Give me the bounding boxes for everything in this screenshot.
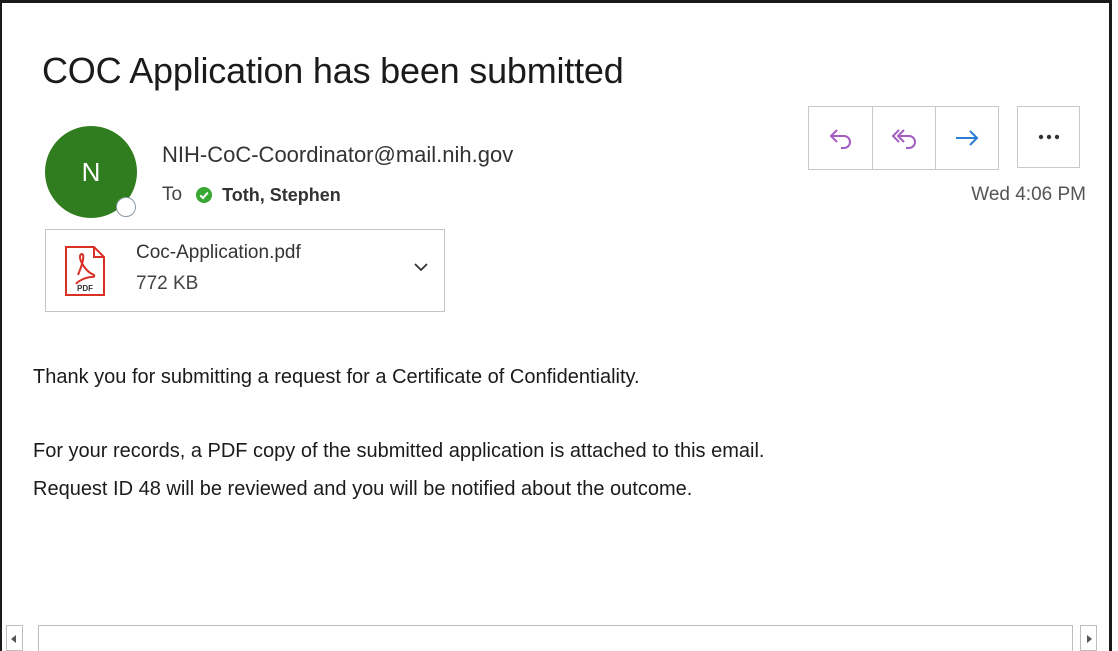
horizontal-scrollbar[interactable] [2, 625, 1109, 651]
reply-button[interactable] [809, 107, 872, 169]
scroll-right-button[interactable] [1080, 625, 1097, 651]
attachment-card[interactable]: PDF Coc-Application.pdf 772 KB [45, 229, 445, 312]
forward-icon [956, 130, 979, 146]
chevron-right-icon [1087, 635, 1092, 643]
reply-all-button[interactable] [872, 107, 935, 169]
sent-timestamp: Wed 4:06 PM [971, 184, 1086, 205]
more-icon [1038, 134, 1059, 140]
recipient-line: To Toth, Stephen [162, 184, 341, 206]
chevron-down-icon[interactable] [412, 261, 430, 273]
to-label: To [162, 184, 183, 205]
attachment-name: Coc-Application.pdf [136, 242, 301, 263]
more-actions-button[interactable] [1017, 106, 1080, 168]
pdf-file-icon: PDF [65, 246, 105, 296]
reply-all-icon [891, 129, 916, 149]
presence-status-icon [116, 197, 136, 217]
body-line-1: Thank you for submitting a request for a… [33, 366, 640, 388]
email-reading-pane [0, 0, 1112, 651]
sender-address[interactable]: NIH-CoC-Coordinator@mail.nih.gov [162, 142, 513, 168]
scroll-track[interactable] [38, 625, 1073, 651]
recipient-name[interactable]: Toth, Stephen [222, 185, 341, 206]
message-actions [808, 106, 999, 170]
available-check-icon [196, 187, 213, 203]
reply-icon [829, 129, 851, 149]
chevron-left-icon [11, 635, 16, 643]
body-line-3: Request ID 48 will be reviewed and you w… [33, 478, 693, 500]
scroll-left-button[interactable] [6, 625, 23, 651]
forward-button[interactable] [935, 107, 998, 169]
email-subject: COC Application has been submitted [42, 50, 624, 91]
pdf-icon-label: PDF [77, 284, 93, 293]
body-line-2: For your records, a PDF copy of the subm… [33, 440, 765, 462]
attachment-size: 772 KB [136, 273, 199, 294]
